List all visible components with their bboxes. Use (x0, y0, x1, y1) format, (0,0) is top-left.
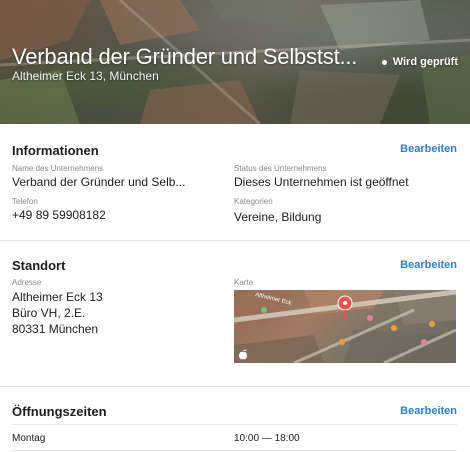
address-line-2: Büro VH, 2.E. (12, 306, 86, 320)
hours-day: Montag (12, 433, 46, 444)
hero-banner: Verband der Gründer und Selbstst... Alth… (0, 0, 470, 124)
location-map[interactable]: Altheimer Eck (234, 290, 456, 363)
phone-label: Telefon (12, 197, 38, 206)
hours-section: Öffnungszeiten Bearbeiten Montag 10:00 —… (0, 386, 470, 452)
status-label: Wird geprüft (392, 56, 458, 68)
name-value: Verband der Gründer und Selb... (12, 175, 186, 189)
address-label: Adresse (12, 278, 42, 287)
verification-status: Wird geprüft (381, 56, 458, 68)
location-edit-button[interactable]: Bearbeiten (400, 259, 457, 271)
business-title: Verband der Gründer und Selbstst... (12, 44, 358, 69)
hours-row-divider (12, 450, 457, 451)
category-value: Vereine, Bildung (234, 210, 322, 224)
hours-time: 10:00 — 18:00 (234, 433, 300, 444)
info-section: Informationen Bearbeiten Name des Untern… (0, 124, 470, 240)
location-heading: Standort (12, 258, 66, 273)
address-line-3: 80331 München (12, 322, 99, 336)
phone-value: +49 89 59908182 (12, 208, 106, 222)
info-heading: Informationen (12, 143, 99, 158)
map-pin-icon (337, 295, 353, 320)
name-label: Name des Unternehmens (12, 164, 104, 173)
business-address: Altheimer Eck 13, München (12, 69, 159, 83)
apple-maps-logo-icon (239, 349, 247, 360)
category-label: Kategorien (234, 197, 273, 206)
business-status-value: Dieses Unternehmen ist geöffnet (234, 175, 409, 189)
business-status-label: Status des Unternehmens (234, 164, 327, 173)
info-edit-button[interactable]: Bearbeiten (400, 143, 457, 155)
address-line-1: Altheimer Eck 13 (12, 290, 103, 304)
status-dot-icon (381, 59, 387, 65)
hours-heading: Öffnungszeiten (12, 404, 107, 419)
map-label: Karte (234, 278, 254, 287)
hours-edit-button[interactable]: Bearbeiten (400, 405, 457, 417)
hours-divider (12, 424, 457, 425)
